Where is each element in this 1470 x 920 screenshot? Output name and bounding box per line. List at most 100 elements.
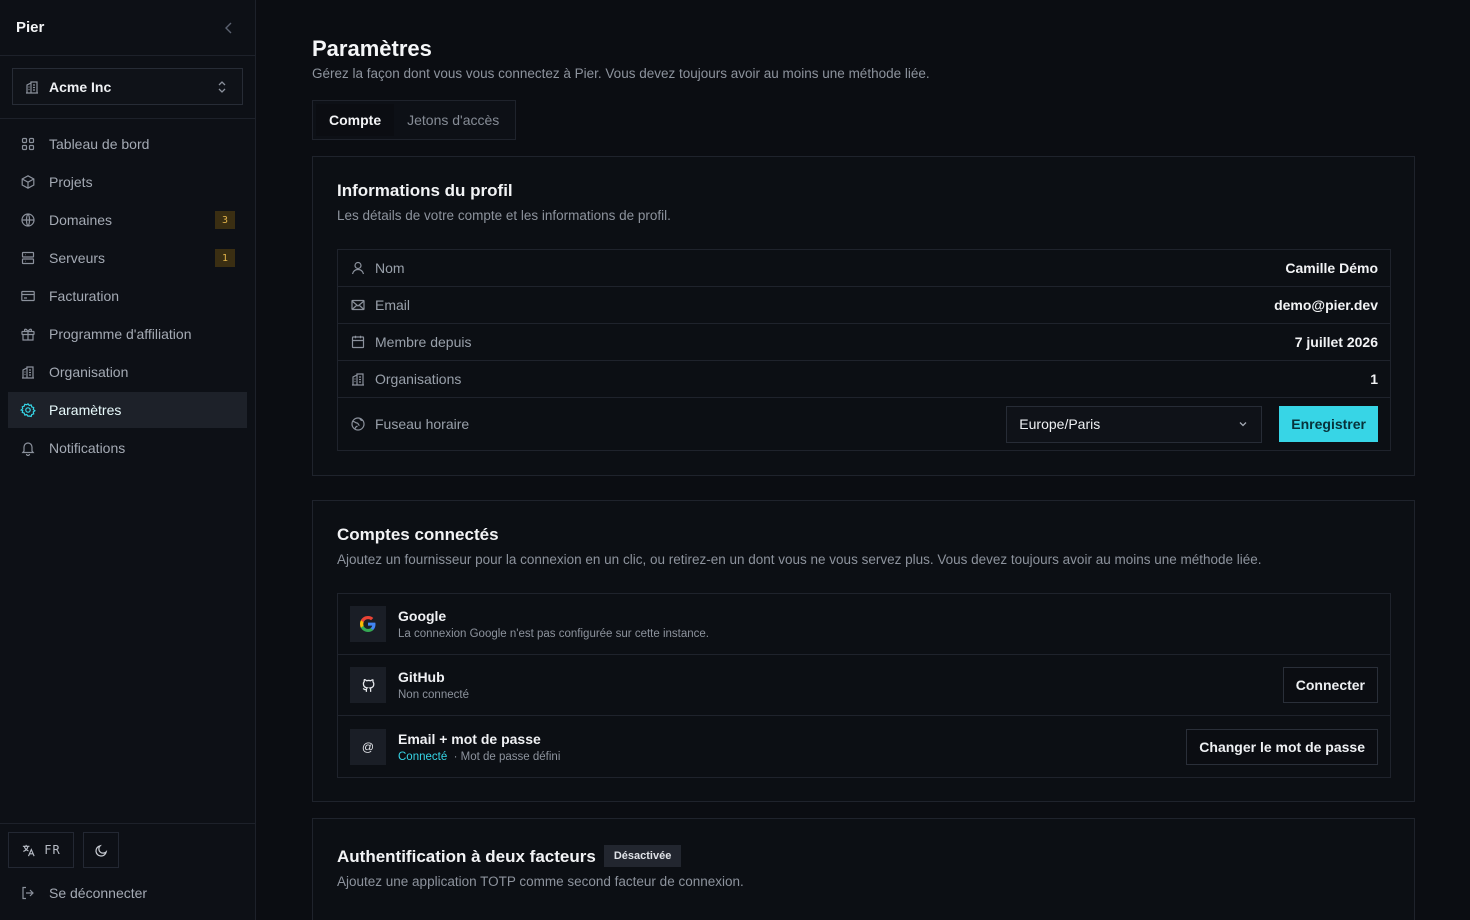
mail-icon <box>351 299 365 311</box>
calendar-icon <box>351 335 365 349</box>
profile-row-member-since: Membre depuis 7 juillet 2026 <box>338 324 1390 361</box>
profile-title: Informations du profil <box>337 181 513 200</box>
provider-name: GitHub <box>398 669 445 685</box>
sidebar-item-label: Paramètres <box>49 402 122 418</box>
sidebar-item-label: Organisation <box>49 364 129 380</box>
org-name: Acme Inc <box>49 78 112 95</box>
two-factor-card: Authentification à deux facteurs Désactiv… <box>312 818 1415 920</box>
brand-name: Pier <box>16 19 45 36</box>
box-icon <box>21 175 35 189</box>
bell-icon <box>21 442 35 456</box>
provider-name: Email + mot de passe <box>398 730 541 747</box>
tab-account[interactable]: Compte <box>316 104 395 136</box>
credit-card-icon <box>21 290 35 302</box>
translate-icon <box>23 844 35 856</box>
row-label: Membre depuis <box>375 334 472 350</box>
logout-button[interactable]: Se déconnecter <box>8 875 247 911</box>
two-factor-title: Authentification à deux facteurs Désactiv… <box>337 845 682 867</box>
two-factor-title-text: Authentification à deux facteurs <box>337 847 596 866</box>
page-subtitle: Gérez la façon dont vous vous connectez … <box>312 66 930 81</box>
providers-list: Google La connexion Google n'est pas con… <box>337 593 1391 778</box>
sidebar-item-label: Programme d'affiliation <box>49 326 192 342</box>
profile-card: Informations du profil Les détails de vo… <box>312 156 1415 476</box>
provider-name: Google <box>398 608 447 624</box>
connected-subtitle: Ajoutez un fournisseur pour la connexion… <box>337 552 1262 567</box>
profile-row-organizations: Organisations 1 <box>338 361 1390 398</box>
connected-title: Comptes connectés <box>337 525 499 544</box>
sidebar-item-domains[interactable]: Domaines 3 <box>8 202 247 238</box>
provider-email-password: @ Email + mot de passe Connecté · Mot de… <box>338 716 1390 777</box>
row-label: Nom <box>375 260 405 276</box>
moon-icon <box>94 844 107 857</box>
sidebar-item-organization[interactable]: Organisation <box>8 354 247 390</box>
org-switcher[interactable]: Acme Inc <box>12 68 243 105</box>
sidebar-item-label: Tableau de bord <box>49 136 150 152</box>
row-value: demo@pier.dev <box>1274 297 1378 313</box>
sidebar-header: Pier <box>0 0 255 56</box>
profile-row-name: Nom Camille Démo <box>338 250 1390 287</box>
sidebar: Pier Acme Inc Tableau de bord Projets Do… <box>0 0 256 920</box>
sidebar-item-label: Projets <box>49 174 93 190</box>
profile-table: Nom Camille Démo Email demo@pier.dev Mem… <box>337 249 1391 451</box>
sidebar-item-label: Domaines <box>49 212 113 228</box>
gift-icon <box>21 328 35 341</box>
sidebar-item-servers[interactable]: Serveurs 1 <box>8 240 247 276</box>
two-factor-subtitle: Ajoutez une application TOTP comme secon… <box>337 874 744 889</box>
sidebar-item-label: Notifications <box>49 440 126 456</box>
sidebar-item-affiliate[interactable]: Programme d'affiliation <box>8 316 247 352</box>
change-password-button[interactable]: Changer le mot de passe <box>1186 728 1378 765</box>
sidebar-item-dashboard[interactable]: Tableau de bord <box>8 126 247 162</box>
row-label: Fuseau horaire <box>375 416 470 432</box>
row-value: Camille Démo <box>1285 260 1378 276</box>
profile-row-timezone: Fuseau horaire Europe/Paris Enregistrer <box>338 398 1390 450</box>
globe-icon <box>21 213 35 227</box>
settings-icon <box>20 402 36 418</box>
building-icon <box>352 373 364 386</box>
chevron-up-down-icon <box>218 80 226 93</box>
at-icon: @ <box>350 728 386 765</box>
profile-subtitle: Les détails de votre compte et les infor… <box>337 208 671 223</box>
sidebar-nav: Tableau de bord Projets Domaines 3 Serve… <box>0 119 255 466</box>
timezone-value: Europe/Paris <box>1019 416 1101 432</box>
building-icon <box>26 80 38 94</box>
connected-accounts-card: Comptes connectés Ajoutez un fournisseur… <box>312 500 1415 802</box>
row-value: 7 juillet 2026 <box>1294 334 1378 350</box>
github-icon <box>350 667 386 703</box>
sidebar-item-label: Serveurs <box>49 250 106 266</box>
sidebar-item-label: Facturation <box>49 288 120 304</box>
globe-icon <box>351 417 365 431</box>
save-button[interactable]: Enregistrer <box>1279 406 1378 442</box>
page-title: Paramètres <box>312 36 432 61</box>
connected-status: Connecté <box>398 750 448 763</box>
row-label: Organisations <box>375 371 462 387</box>
user-icon <box>351 261 365 275</box>
provider-status: Non connecté <box>398 689 469 701</box>
count-badge: 3 <box>215 211 235 229</box>
password-status: · Mot de passe défini <box>453 750 561 763</box>
dashboard-icon <box>21 137 35 151</box>
sidebar-item-billing[interactable]: Facturation <box>8 278 247 314</box>
logout-icon <box>22 886 34 900</box>
google-icon <box>350 606 386 642</box>
logout-label: Se déconnecter <box>49 885 148 901</box>
profile-row-email: Email demo@pier.dev <box>338 287 1390 324</box>
count-badge: 1 <box>215 249 235 267</box>
chevron-left-icon[interactable] <box>221 20 237 36</box>
tab-access-tokens[interactable]: Jetons d'accès <box>394 104 512 136</box>
chevron-down-icon <box>1239 422 1247 427</box>
building-icon <box>22 366 34 379</box>
sidebar-footer: FR Se déconnecter <box>0 823 255 920</box>
sidebar-item-projects[interactable]: Projets <box>8 164 247 200</box>
theme-toggle[interactable] <box>83 832 119 868</box>
status-badge: Désactivée <box>603 845 682 867</box>
row-label: Email <box>375 297 411 313</box>
connect-github-button[interactable]: Connecter <box>1282 667 1378 703</box>
provider-status: Connecté · Mot de passe défini <box>398 751 1174 763</box>
sidebar-item-settings[interactable]: Paramètres <box>8 392 247 428</box>
language-switcher[interactable]: FR <box>8 832 74 868</box>
row-value: 1 <box>1370 371 1378 387</box>
server-icon <box>21 251 35 265</box>
sidebar-item-notifications[interactable]: Notifications <box>8 430 247 466</box>
timezone-select[interactable]: Europe/Paris <box>1006 405 1263 443</box>
provider-status: La connexion Google n'est pas configurée… <box>398 628 709 640</box>
